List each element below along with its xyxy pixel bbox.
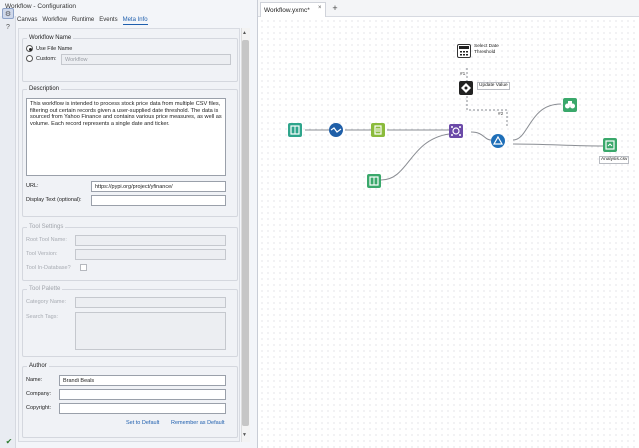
custom-name-label: Custom: — [36, 56, 57, 62]
root-tool-name-input — [75, 235, 226, 246]
author-group: Author Name: Brandi Beals Company: Copyr… — [22, 363, 238, 438]
tab-runtime[interactable]: Runtime — [72, 17, 94, 25]
multi-field-formula-tool[interactable] — [329, 123, 343, 137]
connection — [512, 143, 604, 147]
connection — [512, 103, 562, 141]
group-title: Tool Settings — [27, 224, 66, 230]
workflow-name-group: Workflow Name Use File Name Custom: Work… — [22, 35, 238, 82]
tool-version-label: Tool Version: — [26, 251, 58, 257]
action-tool[interactable] — [459, 81, 473, 95]
tool-settings-group: Tool Settings Root Tool Name: Tool Versi… — [22, 224, 238, 281]
group-title: Description — [27, 86, 62, 92]
pane-title: Workflow - Configuration — [5, 3, 77, 10]
browse-tool[interactable] — [563, 98, 577, 112]
group-title: Tool Palette — [27, 286, 63, 292]
company-label: Company: — [26, 391, 52, 397]
description-textarea[interactable]: This workflow is intended to process sto… — [26, 98, 226, 176]
scroll-up-icon[interactable]: ▲ — [242, 30, 247, 36]
connection — [470, 131, 492, 141]
tool-number-label: #2 — [498, 112, 504, 117]
url-input[interactable]: https://pypi.org/project/yfinance/ — [91, 181, 226, 192]
search-tags-label: Search Tags: — [26, 314, 59, 320]
filter-tool[interactable] — [491, 134, 505, 148]
book-icon — [290, 125, 300, 135]
custom-name-input[interactable]: Workflow — [61, 54, 231, 65]
config-tabs: Canvas Workflow Runtime Events Meta Info — [17, 17, 148, 25]
tab-events[interactable]: Events — [99, 17, 117, 25]
calendar-icon — [459, 46, 469, 56]
tool-number-label: #1 — [460, 72, 466, 77]
gear-icon[interactable]: ⚙ — [2, 8, 14, 19]
company-input[interactable] — [59, 389, 226, 400]
output-data-tool[interactable] — [603, 138, 617, 152]
category-name-label: Category Name: — [26, 299, 67, 305]
check-circle-icon: ✔ — [5, 437, 13, 446]
close-icon[interactable]: × — [318, 5, 322, 11]
scroll-down-icon[interactable]: ▼ — [242, 432, 247, 438]
wave-icon — [330, 127, 342, 133]
copyright-input[interactable] — [59, 403, 226, 414]
in-database-label: Tool In-Database? — [26, 265, 71, 271]
icon-rail — [0, 16, 16, 448]
tab-workflow-document[interactable]: Workflow.yxmc* — [260, 2, 326, 17]
display-text-label: Display Text (optional): — [26, 197, 82, 203]
in-database-checkbox — [80, 264, 87, 271]
connection — [380, 133, 450, 181]
triangle-icon — [492, 135, 504, 145]
workflow-canvas[interactable]: Analysis.csv Select Date Threshold #1 Up… — [259, 18, 639, 448]
union-icon — [451, 126, 461, 136]
binoculars-icon — [565, 101, 575, 109]
description-group: Description This workflow is intended to… — [22, 86, 238, 217]
document-tab-title: Workflow.yxmc* — [264, 7, 310, 14]
output-icon — [605, 140, 615, 150]
tab-canvas[interactable]: Canvas — [17, 17, 37, 25]
select-icon — [374, 125, 382, 135]
url-label: URL: — [26, 183, 39, 189]
action-connection — [466, 96, 508, 126]
action-icon — [461, 83, 471, 93]
date-interface-tool[interactable] — [457, 44, 471, 58]
action-tool-label: Update Value — [477, 82, 510, 90]
help-icon[interactable]: ? — [2, 22, 14, 33]
output-tool-label: Analysis.csv — [599, 156, 630, 164]
new-tab-button[interactable]: + — [329, 3, 341, 15]
tab-meta-info[interactable]: Meta Info — [122, 17, 148, 25]
custom-name-radio[interactable] — [26, 55, 33, 62]
tool-palette-group: Tool Palette Category Name: Search Tags: — [22, 286, 238, 357]
search-tags-input — [75, 312, 226, 350]
union-tool[interactable] — [449, 124, 463, 138]
group-title: Workflow Name — [27, 35, 74, 41]
group-title: Author — [27, 363, 49, 369]
set-to-default-link[interactable]: Set to Default — [126, 420, 159, 426]
tab-workflow[interactable]: Workflow — [42, 17, 67, 25]
copyright-label: Copyright: — [26, 405, 52, 411]
scrollbar-thumb[interactable] — [242, 40, 249, 426]
use-file-name-label: Use File Name — [36, 46, 73, 52]
meta-info-form: Workflow Name Use File Name Custom: Work… — [18, 28, 240, 442]
root-tool-name-label: Root Tool Name: — [26, 237, 67, 243]
input-data-tool-2[interactable] — [367, 174, 381, 188]
select-tool[interactable] — [371, 123, 385, 137]
author-name-label: Name: — [26, 377, 43, 383]
remember-as-default-link[interactable]: Remember as Default — [171, 420, 225, 426]
display-text-input[interactable] — [91, 195, 226, 206]
category-name-input — [75, 297, 226, 308]
author-name-input[interactable]: Brandi Beals — [59, 375, 226, 386]
date-tool-label: Select Date Threshold — [473, 44, 500, 56]
input-data-tool-1[interactable] — [288, 123, 302, 137]
workflow-connections — [305, 68, 604, 181]
tool-version-input — [75, 249, 226, 260]
book-icon — [369, 176, 379, 186]
use-file-name-radio[interactable] — [26, 45, 33, 52]
